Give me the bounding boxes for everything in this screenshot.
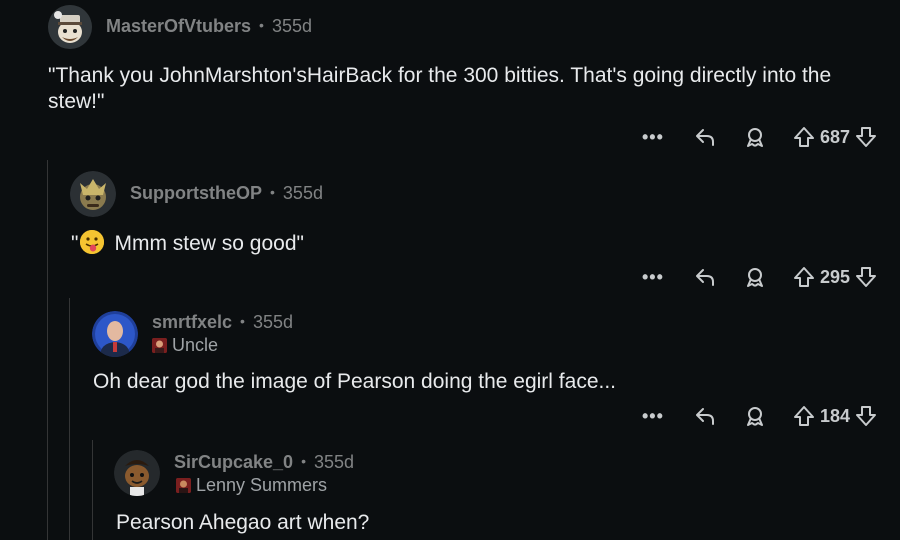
comment-actions: ••• 687 [638,124,878,150]
flair-image [176,478,191,493]
reply-icon [695,269,714,286]
comment-meta: smrtfxelc • 355d [152,312,293,333]
comment-meta: SupportstheOP • 355d [130,183,323,204]
comment-meta: SirCupcake_0 • 355d [174,452,354,473]
username[interactable]: smrtfxelc [152,312,232,333]
award-button[interactable] [742,264,768,290]
upvote-button[interactable] [792,403,816,429]
comment-actions: ••• 184 [638,403,878,429]
reply-icon [695,129,714,146]
meta-separator: • [240,313,245,329]
comment-meta: MasterOfVtubers • 355d [106,16,312,37]
flair-text: Uncle [172,335,219,355]
downvote-button[interactable] [854,124,878,150]
more-options-icon: ••• [642,405,664,426]
comment-actions: ••• 295 [638,264,878,290]
user-flair: Lenny Summers [176,475,327,496]
reply-button[interactable] [692,264,718,290]
comment-body: Pearson Ahegao art when? [116,511,370,534]
reply-button[interactable] [692,124,718,150]
vote-score: 184 [819,405,850,426]
avatar[interactable] [48,5,92,49]
comment-age[interactable]: 355d [283,183,323,204]
more-options-button[interactable]: ••• [638,127,668,148]
username[interactable]: SupportstheOP [130,183,262,204]
username[interactable]: SirCupcake_0 [174,452,293,473]
user-flair: Uncle [152,335,218,356]
award-icon [746,268,763,287]
comment-body: "Thank you JohnMarshton'sHairBack for th… [48,64,832,113]
thread-line-level-3[interactable] [92,440,93,540]
upvote-arrow-icon [793,127,814,147]
meta-separator: • [259,17,264,33]
comment-age[interactable]: 355d [253,312,293,333]
downvote-arrow-icon [856,406,876,426]
meta-separator: • [301,453,306,469]
upvote-button[interactable] [792,124,816,150]
avatar[interactable] [92,311,138,357]
vote-score: 687 [819,126,850,147]
reply-button[interactable] [692,403,718,429]
comment-age[interactable]: 355d [272,16,312,37]
comment-body-prefix: " [71,232,79,255]
downvote-arrow-icon [856,127,876,147]
upvote-arrow-icon [793,267,814,287]
more-options-button[interactable]: ••• [638,406,668,427]
avatar[interactable] [114,450,160,496]
comment-body-text: Mmm stew so good" [114,232,304,255]
username[interactable]: MasterOfVtubers [106,16,251,37]
more-options-icon: ••• [642,266,664,287]
vote-score: 295 [819,266,850,287]
upvote-button[interactable] [792,264,816,290]
award-button[interactable] [742,124,768,150]
flair-image [152,338,167,353]
downvote-arrow-icon [856,267,876,287]
upvote-arrow-icon [793,406,814,426]
comment-age[interactable]: 355d [314,452,354,473]
downvote-button[interactable] [854,264,878,290]
award-icon [746,407,763,426]
comment-body: Oh dear god the image of Pearson doing t… [93,370,617,393]
more-options-icon: ••• [642,126,664,147]
flair-text: Lenny Summers [196,475,328,495]
award-button[interactable] [742,403,768,429]
comment-body: " Mmm stew so good" [71,230,304,257]
award-icon [746,128,763,147]
tongue-out-emoji-icon [80,230,105,254]
reply-icon [695,408,714,425]
more-options-button[interactable]: ••• [638,267,668,288]
thread-line-level-2[interactable] [69,298,70,540]
thread-line-level-1[interactable] [47,160,48,540]
avatar[interactable] [70,171,116,217]
meta-separator: • [270,184,275,200]
downvote-button[interactable] [854,403,878,429]
